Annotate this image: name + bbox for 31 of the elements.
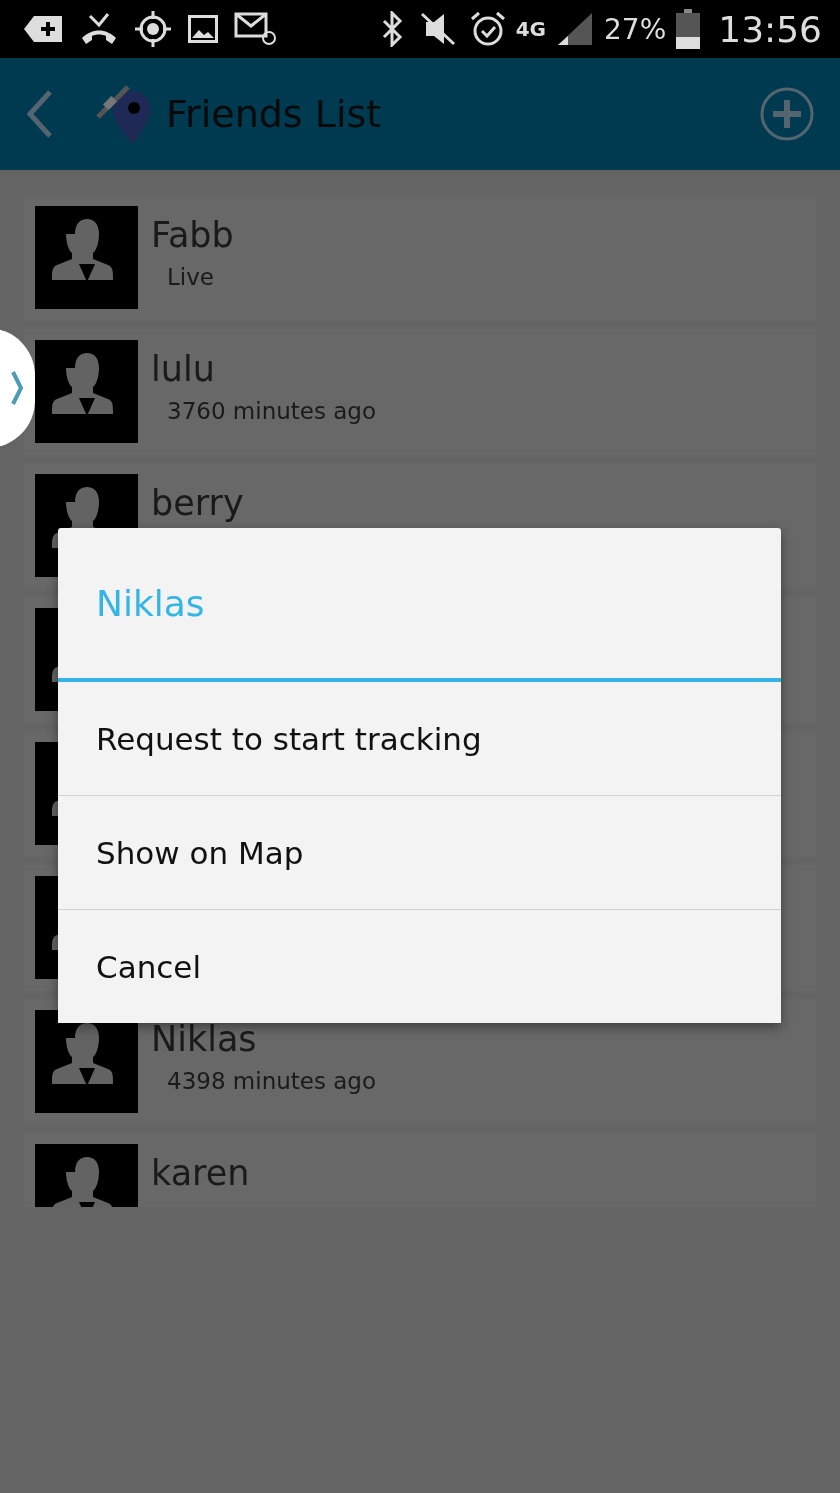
email-icon [234, 12, 276, 46]
battery-icon [676, 9, 701, 49]
notification-icon [24, 14, 64, 44]
friend-list-item[interactable]: lulu 3760 minutes ago [24, 329, 816, 455]
image-icon [188, 15, 218, 43]
alarm-icon [469, 11, 506, 47]
network-type: 4G [515, 17, 546, 41]
dialog-option[interactable]: Request to start tracking [58, 682, 781, 795]
friend-name: Fabb [151, 214, 234, 256]
last-seen: 4398 minutes ago [167, 1068, 377, 1094]
last-seen: Live [167, 264, 215, 290]
missed-call-icon [80, 12, 118, 46]
location-icon [134, 10, 172, 48]
chevron-icon [11, 370, 23, 406]
signal-icon [556, 11, 594, 47]
app-title: Friends List [166, 92, 383, 136]
battery-percentage: 27% [604, 12, 667, 46]
friend-list-item[interactable]: Fabb Live [24, 195, 816, 321]
avatar-icon [35, 340, 138, 443]
friend-name: lulu [151, 348, 216, 390]
dialog-option[interactable]: Show on Map [58, 796, 781, 909]
friend-name: berry [151, 482, 244, 524]
friend-name: karen [151, 1152, 250, 1194]
add-icon[interactable] [760, 87, 814, 141]
friend-list-item[interactable]: karen [24, 1133, 816, 1207]
back-icon[interactable] [26, 90, 54, 138]
clock: 13:56 [718, 8, 822, 50]
map-pin-satellite-icon [94, 83, 152, 145]
last-seen: 3760 minutes ago [167, 398, 377, 424]
avatar-icon [35, 206, 138, 309]
dialog-option[interactable]: Cancel [58, 910, 781, 1023]
